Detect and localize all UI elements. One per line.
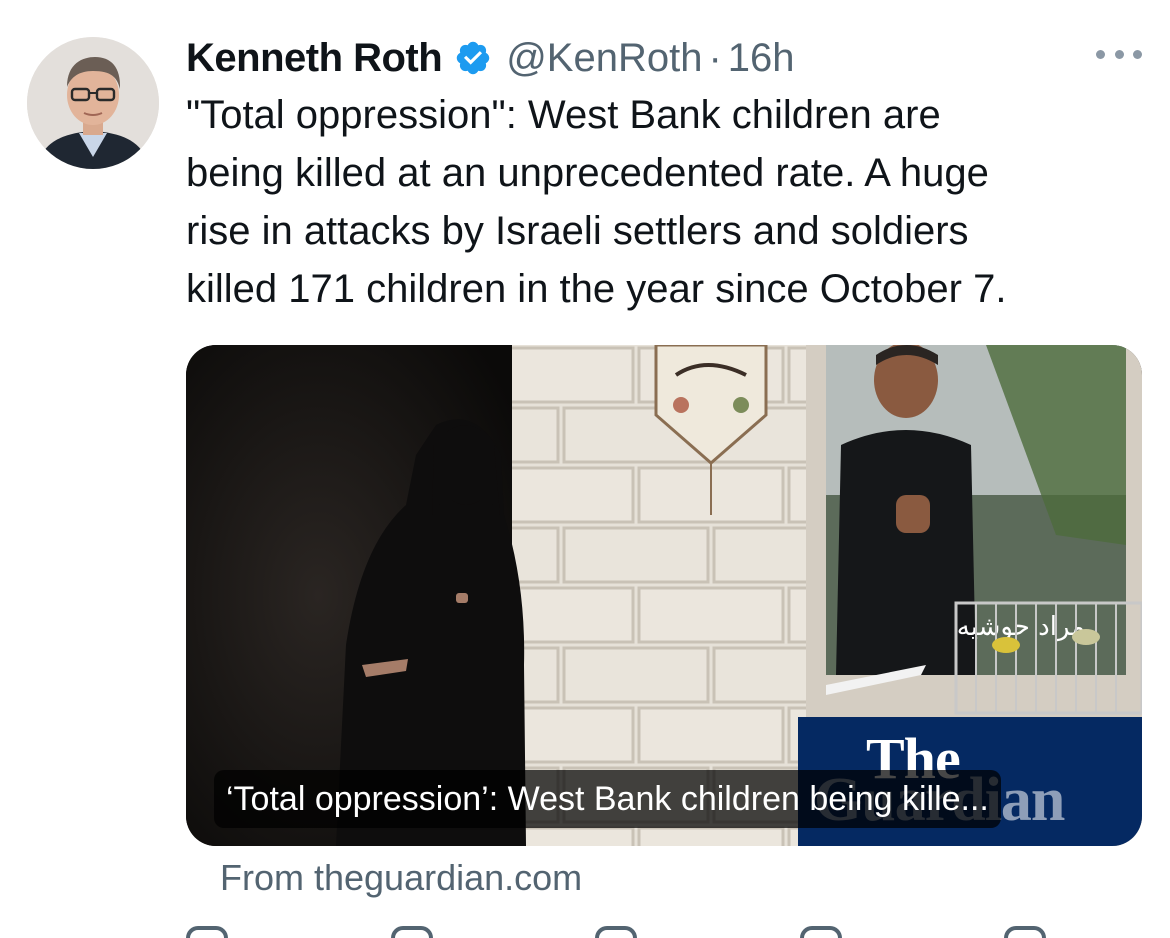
tweet-text-line: "Total oppression": West Bank children a… bbox=[186, 93, 941, 137]
link-source[interactable]: From theguardian.com bbox=[220, 857, 582, 899]
author-name[interactable]: Kenneth Roth bbox=[186, 36, 443, 81]
tweet-text-line: rise in attacks by Israeli settlers and … bbox=[186, 209, 969, 253]
like-icon[interactable] bbox=[595, 926, 637, 938]
tweet-text-line: killed 171 children in the year since Oc… bbox=[186, 267, 1007, 311]
verified-badge-icon bbox=[456, 41, 490, 75]
link-card-title[interactable]: ‘Total oppression’: West Bank children b… bbox=[214, 770, 1001, 828]
share-icon[interactable] bbox=[1004, 926, 1046, 938]
tweet-text-line: being killed at an unprecedented rate. A… bbox=[186, 151, 989, 195]
tweet: Kenneth Roth @KenRoth · 16h "Total oppre… bbox=[0, 0, 1170, 938]
more-dot bbox=[1114, 49, 1124, 59]
more-options-icon[interactable] bbox=[1096, 44, 1142, 64]
tweet-header: Kenneth Roth @KenRoth · 16h bbox=[186, 30, 795, 86]
separator-dot: · bbox=[708, 35, 722, 80]
avatar[interactable] bbox=[27, 37, 159, 169]
more-dot bbox=[1096, 49, 1105, 59]
avatar-portrait bbox=[27, 37, 159, 169]
more-dot bbox=[1133, 49, 1142, 59]
repost-icon[interactable] bbox=[390, 926, 433, 938]
action-bar bbox=[186, 926, 1046, 938]
author-handle[interactable]: @KenRoth bbox=[506, 36, 702, 81]
views-icon[interactable] bbox=[799, 926, 842, 938]
tweet-text: "Total oppression": West Bank children a… bbox=[186, 86, 1126, 318]
link-card[interactable]: مراد حوشيه The Guardian ‘Total oppressio… bbox=[186, 345, 1142, 846]
reply-icon[interactable] bbox=[186, 926, 228, 938]
timestamp[interactable]: 16h bbox=[728, 36, 795, 81]
